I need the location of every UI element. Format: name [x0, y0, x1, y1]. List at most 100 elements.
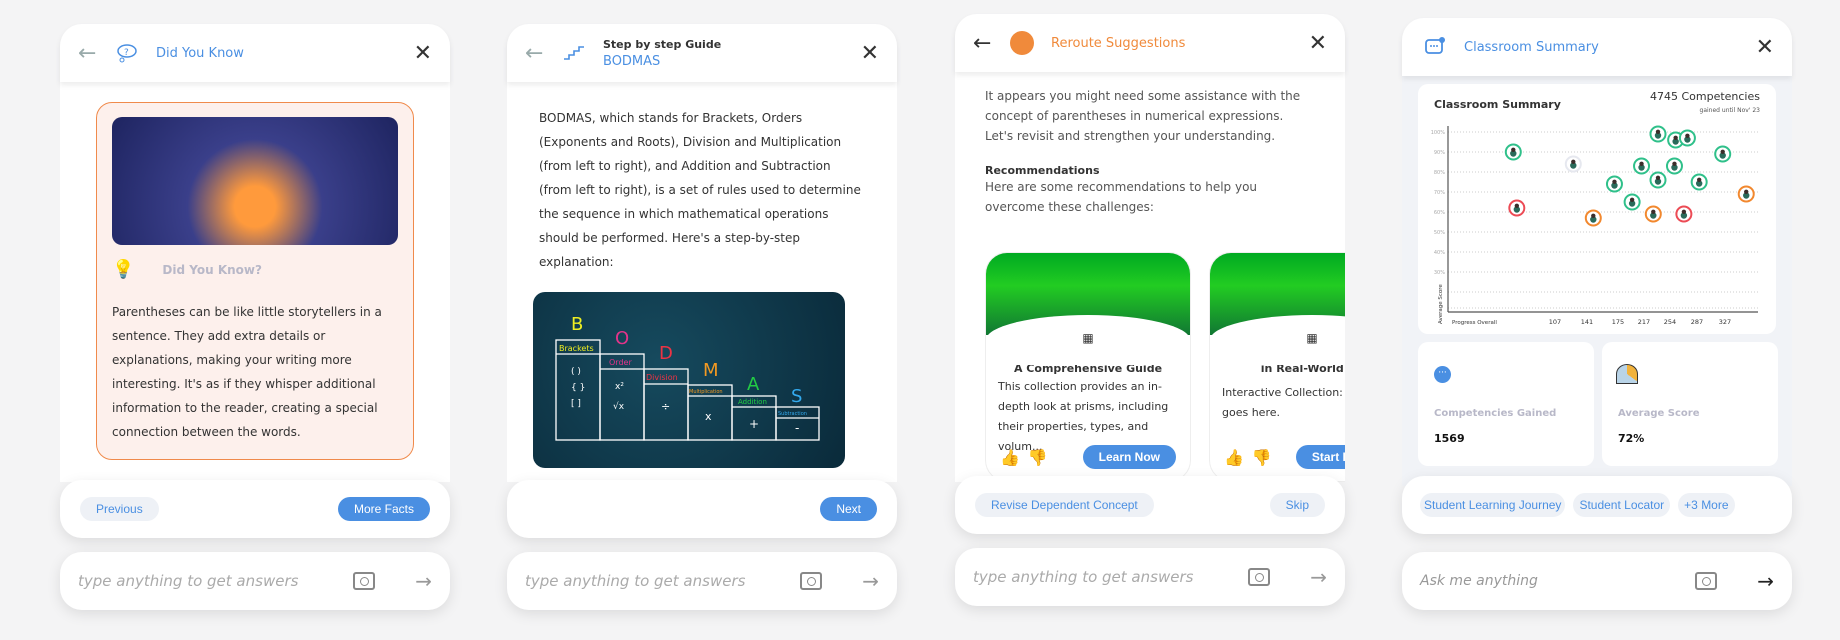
bodmas-diagram: B O D M A S Brackets Order Division Mult…: [533, 292, 845, 468]
chip-student-learning-journey[interactable]: Student Learning Journey: [1420, 493, 1566, 517]
student-avatar-hair: [1612, 179, 1617, 184]
panel-title: Reroute Suggestions: [1051, 35, 1186, 51]
stat-value: 1569: [1434, 432, 1465, 445]
more-icon: ···: [1434, 366, 1451, 383]
student-avatar-hair: [1672, 161, 1677, 166]
svg-text:x: x: [705, 410, 712, 423]
gauge-icon: [1616, 364, 1638, 384]
action-bar: Revise Dependent Concept Skip: [955, 476, 1345, 534]
svg-text:[ ]: [ ]: [571, 399, 581, 409]
back-arrow-icon[interactable]: ←: [78, 41, 104, 66]
lightbulb-icon: 💡: [112, 259, 135, 280]
scatter-chart: 30% 40% 50% 60% 70% 80% 90% 100% Progress Overal…: [1431, 125, 1758, 326]
letter-o: O: [615, 328, 629, 349]
letter-b: B: [571, 314, 583, 335]
y-tick-label: 60%: [1434, 210, 1445, 216]
header: ← ? Did You Know ✕: [60, 24, 450, 82]
thumbs-down-icon[interactable]: 👎: [1028, 448, 1048, 467]
back-arrow-icon[interactable]: ←: [973, 31, 999, 56]
svg-text:÷: ÷: [661, 400, 670, 413]
back-arrow-icon[interactable]: ←: [525, 41, 551, 66]
chip-student-locator[interactable]: Student Locator: [1573, 493, 1671, 517]
student-avatar-hair: [1571, 159, 1576, 164]
y-tick-label: 90%: [1434, 150, 1445, 156]
grid-icon: ▦: [1082, 331, 1094, 345]
letter-m: M: [703, 360, 719, 381]
x-tick-label: 141: [1581, 318, 1593, 326]
send-arrow-icon[interactable]: →: [862, 569, 879, 593]
chip-more[interactable]: +3 More: [1678, 493, 1735, 517]
guide-text: BODMAS, which stands for Brackets, Order…: [539, 111, 861, 269]
chat-input[interactable]: type anything to get answers →: [955, 548, 1345, 606]
y-tick-label: 30%: [1434, 270, 1445, 276]
x-axis-label: Progress Overall: [1452, 320, 1497, 326]
aurora-image: [986, 253, 1190, 365]
send-arrow-icon[interactable]: →: [1757, 569, 1774, 593]
student-avatar-hair: [1514, 203, 1520, 208]
previous-button[interactable]: Previous: [80, 497, 159, 521]
student-avatar-hair: [1673, 135, 1678, 140]
panel-subtitle: Step by step Guide: [603, 37, 722, 51]
student-avatar-hair: [1629, 197, 1635, 202]
grid-icon: ▦: [1306, 331, 1318, 345]
chat-input[interactable]: type anything to get answers →: [507, 552, 897, 610]
student-avatar-hair: [1651, 209, 1656, 214]
student-avatar-hair: [1685, 133, 1690, 138]
camera-icon[interactable]: [1248, 568, 1271, 586]
send-arrow-icon[interactable]: →: [415, 569, 432, 593]
steps-icon: [559, 38, 589, 68]
camera-icon[interactable]: [353, 572, 376, 590]
recommendation-card: ▦ Exploring Prisms: A Comprehensive Guid…: [985, 252, 1191, 482]
learn-now-button[interactable]: Learn Now: [1082, 445, 1176, 469]
content: Classroom Summary 4745 Competencies gain…: [1402, 76, 1792, 486]
stat-value: 72%: [1618, 432, 1645, 445]
close-icon[interactable]: ✕: [414, 41, 432, 66]
reroute-icon: [1007, 28, 1037, 58]
chat-input[interactable]: Ask me anything →: [1402, 552, 1792, 610]
close-icon[interactable]: ✕: [861, 41, 879, 66]
svg-text:{ }: { }: [571, 383, 585, 393]
thumbs-up-icon[interactable]: 👍: [1224, 448, 1244, 467]
y-tick-label: 50%: [1434, 230, 1445, 236]
stat-average-score: Average Score 72%: [1602, 342, 1778, 466]
more-facts-button[interactable]: More Facts: [337, 497, 430, 521]
chart-card: Classroom Summary 4745 Competencies gain…: [1418, 84, 1776, 334]
start-button[interactable]: Start L: [1295, 445, 1345, 469]
revise-concept-button[interactable]: Revise Dependent Concept: [975, 493, 1154, 517]
close-icon[interactable]: ✕: [1309, 31, 1327, 56]
thumbs-up-icon[interactable]: 👍: [1000, 448, 1020, 467]
thumbs-down-icon[interactable]: 👎: [1252, 448, 1272, 467]
quick-links-bar: Student Learning Journey Student Locator…: [1402, 476, 1792, 534]
camera-icon[interactable]: [800, 572, 823, 590]
svg-text:Subtraction: Subtraction: [778, 411, 807, 417]
chat-bubble-icon: [1420, 32, 1450, 62]
svg-text:( ): ( ): [571, 367, 581, 377]
letter-d: D: [659, 343, 673, 364]
header: Classroom Summary ✕: [1402, 18, 1792, 76]
recommendations-heading: Recommendations: [985, 164, 1100, 177]
next-button[interactable]: Next: [820, 497, 877, 521]
student-avatar-hair: [1655, 175, 1661, 180]
svg-text:+: +: [749, 417, 759, 431]
x-tick-label: 175: [1612, 318, 1624, 326]
send-arrow-icon[interactable]: →: [1310, 565, 1327, 589]
content: 💡 Did You Know? Parentheses can be like …: [60, 82, 450, 482]
close-icon[interactable]: ✕: [1756, 35, 1774, 60]
stat-label: Average Score: [1618, 408, 1700, 419]
header: ← Reroute Suggestions ✕: [955, 14, 1345, 72]
svg-text:√x: √x: [613, 401, 625, 412]
campfire-illustration: [112, 117, 398, 245]
header: ← Step by step Guide BODMAS ✕: [507, 24, 897, 82]
y-tick-label: 100%: [1431, 130, 1446, 136]
letter-a: A: [747, 374, 760, 395]
camera-icon[interactable]: [1695, 572, 1718, 590]
chat-input[interactable]: type anything to get answers →: [60, 552, 450, 610]
student-avatar-hair: [1655, 129, 1661, 134]
svg-text:?: ?: [124, 48, 129, 58]
thought-bubble-icon: ?: [112, 38, 142, 68]
student-avatar-hair: [1591, 213, 1596, 218]
x-tick-label: 107: [1549, 318, 1561, 326]
input-placeholder: type anything to get answers: [78, 572, 299, 590]
y-tick-label: 70%: [1434, 190, 1445, 196]
skip-button[interactable]: Skip: [1269, 493, 1325, 517]
